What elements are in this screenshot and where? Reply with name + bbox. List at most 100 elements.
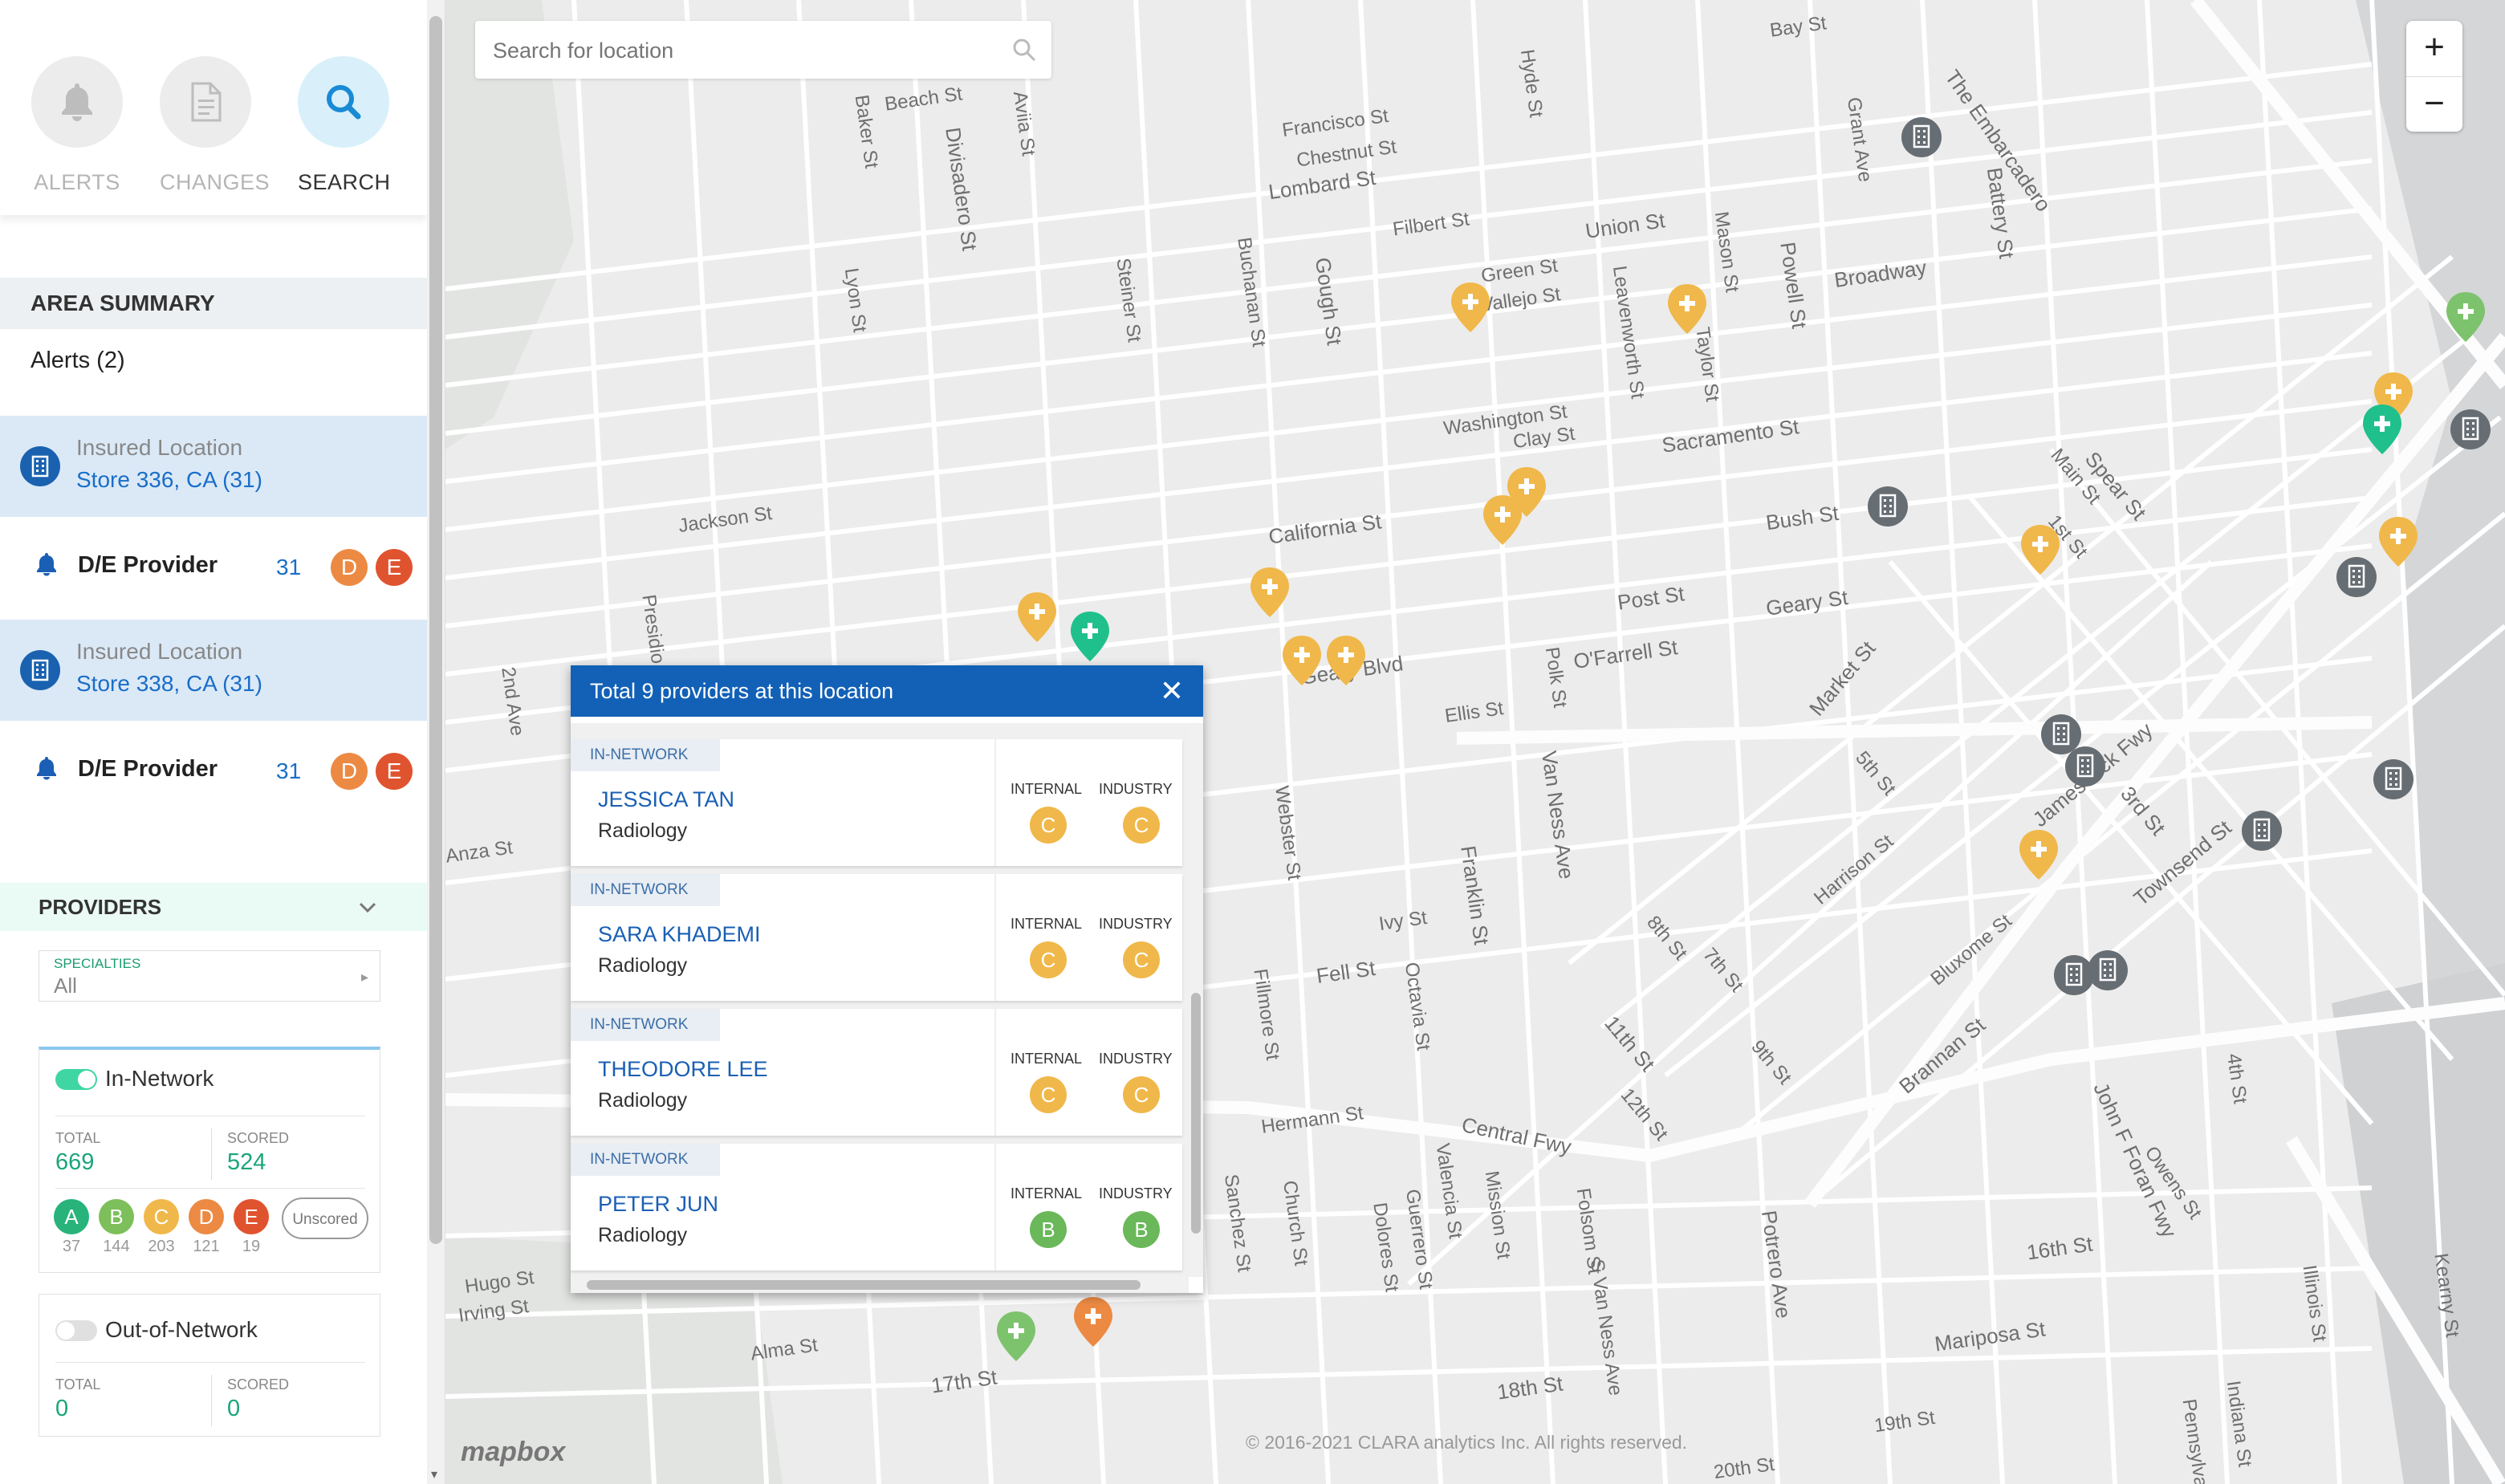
- total-value: 669: [55, 1149, 95, 1175]
- unscored-filter[interactable]: Unscored: [282, 1197, 368, 1239]
- location-type-label: Insured Location: [76, 435, 243, 460]
- bell-icon: [37, 757, 56, 780]
- providers-title: PROVIDERS: [39, 895, 162, 919]
- provider-row[interactable]: IN-NETWORK SARA KHADEMI Radiology INTERN…: [571, 874, 1182, 1001]
- industry-score-badge: C: [1123, 1076, 1160, 1113]
- building-icon: [20, 650, 60, 690]
- de-provider-row[interactable]: D/E Provider 31 D E: [0, 721, 427, 822]
- provider-specialty: Radiology: [598, 1089, 688, 1112]
- building-marker[interactable]: [2449, 408, 2492, 462]
- zoom-out-button[interactable]: −: [2406, 77, 2462, 132]
- provider-c-marker[interactable]: [2019, 523, 2062, 578]
- grade-e-count: 19: [242, 1238, 261, 1255]
- location-name-link[interactable]: Store 336, CA (31): [76, 467, 262, 493]
- providers-header[interactable]: PROVIDERS: [0, 883, 427, 931]
- provider-c-marker[interactable]: [1481, 494, 1524, 548]
- nav-search-label: SEARCH: [298, 170, 391, 194]
- building-marker[interactable]: [2240, 809, 2283, 864]
- network-badge: IN-NETWORK: [571, 1144, 720, 1176]
- alerts-count[interactable]: Alerts (2): [30, 348, 125, 374]
- grade-b-filter[interactable]: B: [99, 1199, 134, 1234]
- de-provider-row[interactable]: D/E Provider 31 D E: [0, 517, 427, 618]
- provider-c-marker[interactable]: [1248, 566, 1291, 620]
- out-network-title: Out-of-Network: [105, 1317, 258, 1342]
- area-summary-header: AREA SUMMARY: [0, 278, 427, 329]
- nav-changes-button[interactable]: CHANGES: [160, 56, 270, 195]
- network-badge: IN-NETWORK: [571, 1009, 720, 1041]
- building-marker[interactable]: [2335, 555, 2378, 610]
- provider-b-marker[interactable]: [2444, 291, 2487, 345]
- provider-c-marker[interactable]: [2017, 828, 2060, 883]
- building-marker[interactable]: [2086, 949, 2129, 1003]
- building-marker[interactable]: [1866, 485, 1909, 539]
- out-network-toggle[interactable]: [55, 1320, 97, 1341]
- building-marker[interactable]: [2372, 758, 2415, 812]
- internal-label: INTERNAL: [1011, 916, 1083, 932]
- nav-search-button[interactable]: SEARCH: [298, 56, 391, 195]
- grade-e-badge: E: [376, 549, 413, 586]
- provider-row[interactable]: IN-NETWORK JESSICA TAN Radiology INTERNA…: [571, 739, 1182, 866]
- provider-row[interactable]: IN-NETWORK PETER JUN Radiology INTERNAL …: [571, 1144, 1182, 1271]
- provider-d-marker[interactable]: [1072, 1295, 1115, 1350]
- close-icon[interactable]: ✕: [1160, 665, 1184, 717]
- popup-horizontal-scrollbar[interactable]: [571, 1277, 1189, 1293]
- chevron-down-icon[interactable]: [356, 896, 379, 918]
- industry-score-badge: C: [1123, 807, 1160, 844]
- grade-e-filter[interactable]: E: [234, 1199, 269, 1234]
- provider-a-marker[interactable]: [2361, 403, 2404, 457]
- nav-alerts-button[interactable]: ALERTS: [31, 56, 123, 195]
- chevron-right-icon: ▸: [360, 969, 368, 985]
- provider-c-marker[interactable]: [1015, 591, 1059, 645]
- de-provider-count: 31: [276, 555, 302, 579]
- provider-name-link[interactable]: THEODORE LEE: [598, 1057, 768, 1082]
- popup-header: Total 9 providers at this location ✕: [571, 665, 1203, 717]
- provider-b-marker[interactable]: [994, 1310, 1038, 1364]
- scored-value: 524: [227, 1149, 266, 1175]
- insured-location-item[interactable]: Insured Location Store 336, CA (31): [0, 416, 427, 517]
- document-icon: [160, 56, 251, 148]
- network-badge: IN-NETWORK: [571, 739, 720, 771]
- popup-title: Total 9 providers at this location: [590, 679, 894, 703]
- sidebar-scrollbar[interactable]: ▾: [427, 0, 445, 1484]
- zoom-in-button[interactable]: +: [2406, 21, 2462, 76]
- provider-a-marker[interactable]: [1068, 610, 1112, 665]
- location-type-label: Insured Location: [76, 639, 243, 664]
- grade-c-filter[interactable]: C: [144, 1199, 179, 1234]
- internal-label: INTERNAL: [1011, 1051, 1083, 1067]
- top-nav: ALERTS CHANGES SEARCH: [0, 0, 427, 215]
- grade-c-count: 203: [148, 1238, 175, 1255]
- provider-c-marker[interactable]: [1324, 634, 1368, 689]
- provider-row[interactable]: IN-NETWORK THEODORE LEE Radiology INTERN…: [571, 1009, 1182, 1136]
- total-label: TOTAL: [55, 1130, 101, 1146]
- grade-b-count: 144: [103, 1238, 130, 1255]
- internal-label: INTERNAL: [1011, 1185, 1083, 1201]
- industry-label: INDUSTRY: [1099, 1051, 1173, 1067]
- building-icon: [20, 446, 60, 486]
- internal-score-badge: C: [1030, 941, 1067, 978]
- scroll-down-arrow[interactable]: ▾: [431, 1466, 437, 1482]
- provider-name-link[interactable]: SARA KHADEMI: [598, 922, 761, 947]
- specialties-select[interactable]: SPECIALTIES All ▸: [39, 950, 380, 1002]
- mapbox-logo[interactable]: mapbox: [461, 1437, 565, 1468]
- search-icon[interactable]: [1011, 37, 1037, 63]
- grade-d-filter[interactable]: D: [189, 1199, 224, 1234]
- building-marker[interactable]: [1900, 116, 1943, 170]
- location-search-input[interactable]: [491, 21, 992, 80]
- location-name-link[interactable]: Store 338, CA (31): [76, 671, 262, 697]
- de-provider-label: D/E Provider: [78, 552, 218, 578]
- provider-c-marker[interactable]: [1449, 281, 1492, 335]
- provider-c-marker[interactable]: [2377, 515, 2420, 570]
- nav-alerts-label: ALERTS: [34, 170, 120, 194]
- provider-name-link[interactable]: JESSICA TAN: [598, 787, 734, 812]
- industry-score-badge: C: [1123, 941, 1160, 978]
- provider-c-marker[interactable]: [1280, 634, 1324, 689]
- in-network-toggle[interactable]: [55, 1069, 97, 1090]
- provider-c-marker[interactable]: [1665, 283, 1709, 337]
- popup-vertical-scrollbar[interactable]: [1189, 723, 1203, 1277]
- provider-name-link[interactable]: PETER JUN: [598, 1192, 718, 1217]
- insured-location-item[interactable]: Insured Location Store 338, CA (31): [0, 620, 427, 721]
- scrollbar-thumb[interactable]: [429, 16, 442, 1244]
- grade-a-filter[interactable]: A: [54, 1199, 89, 1234]
- building-marker[interactable]: [2064, 745, 2107, 799]
- internal-label: INTERNAL: [1011, 781, 1083, 797]
